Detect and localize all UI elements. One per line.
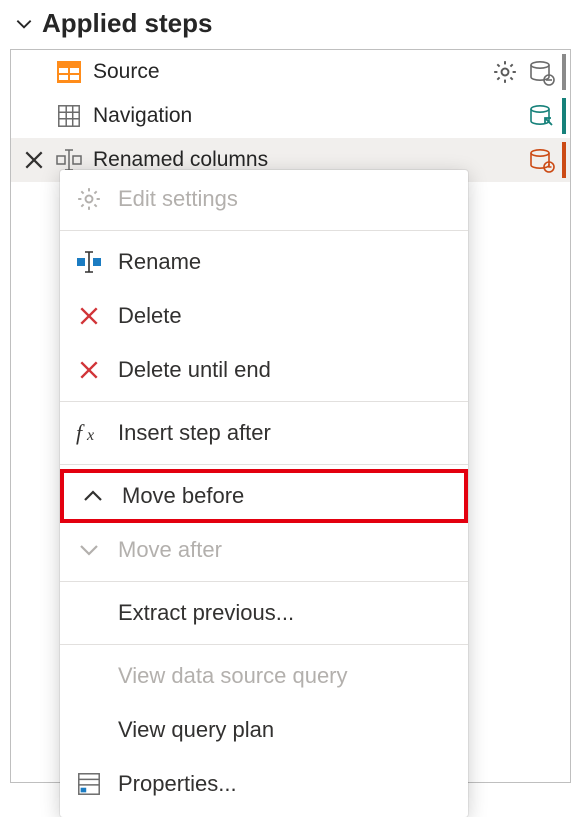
menu-label: Delete until end [118,357,454,383]
menu-label: View data source query [118,663,454,689]
menu-item-rename[interactable]: Rename [60,235,468,289]
delete-x-icon [74,301,104,331]
menu-label: Extract previous... [118,600,454,626]
step-label: Navigation [93,104,192,128]
delete-x-icon [74,355,104,385]
menu-item-delete[interactable]: Delete [60,289,468,343]
status-bar [562,54,566,90]
menu-item-move-after: Move after [60,523,468,577]
gear-icon[interactable] [490,57,520,87]
step-context-menu: Edit settings Rename Delete [60,170,468,817]
blank-icon [74,661,104,691]
menu-item-view-query-plan[interactable]: View query plan [60,703,468,757]
table-icon [55,102,83,130]
blank-icon [74,715,104,745]
chevron-down-icon [14,14,34,34]
menu-item-delete-until-end[interactable]: Delete until end [60,343,468,397]
section-title: Applied steps [42,8,212,39]
menu-label: Insert step after [118,420,454,446]
menu-label: Move before [122,483,450,509]
menu-separator [60,230,468,231]
menu-item-move-before[interactable]: Move before [60,469,468,523]
source-table-icon [55,58,83,86]
menu-label: View query plan [118,717,454,743]
section-header[interactable]: Applied steps [0,0,581,49]
gear-icon [74,184,104,214]
menu-separator [60,581,468,582]
menu-item-view-data-source-query: View data source query [60,649,468,703]
menu-label: Edit settings [118,186,454,212]
fx-icon: f x [74,418,104,448]
properties-icon [74,769,104,799]
chevron-up-icon [78,481,108,511]
datasource-refresh-icon [526,101,556,131]
delete-step-icon[interactable] [21,147,47,173]
menu-item-insert-step-after[interactable]: f x Insert step after [60,406,468,460]
datasource-clock-icon [526,145,556,175]
status-bar [562,142,566,178]
svg-text:x: x [86,427,94,444]
chevron-down-icon [74,535,104,565]
svg-text:f: f [76,420,85,445]
step-row-source[interactable]: Source [11,50,570,94]
menu-label: Move after [118,537,454,563]
rename-icon [74,247,104,277]
menu-separator [60,464,468,465]
menu-label: Rename [118,249,454,275]
blank-icon [74,598,104,628]
step-label: Source [93,60,160,84]
status-bar [562,98,566,134]
menu-item-edit-settings: Edit settings [60,172,468,226]
menu-separator [60,401,468,402]
menu-label: Delete [118,303,454,329]
menu-item-properties[interactable]: Properties... [60,757,468,811]
menu-separator [60,644,468,645]
datasource-remove-icon [526,57,556,87]
menu-label: Properties... [118,771,454,797]
step-label: Renamed columns [93,148,268,172]
step-row-navigation[interactable]: Navigation [11,94,570,138]
menu-item-extract-previous[interactable]: Extract previous... [60,586,468,640]
